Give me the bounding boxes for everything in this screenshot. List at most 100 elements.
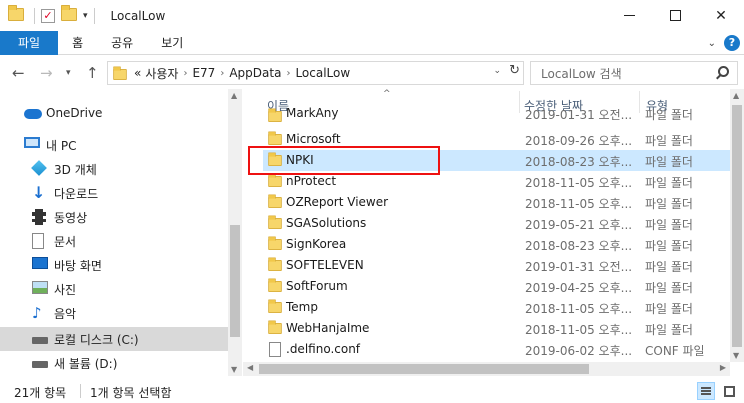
folder-icon [267, 152, 283, 167]
table-row[interactable]: SGASolutions 2019-05-21 오후... 파일 폴더 [263, 213, 730, 234]
vertical-scroll-thumb[interactable] [732, 105, 742, 347]
refresh-icon[interactable]: ↻ [509, 63, 520, 78]
folder-icon [267, 236, 283, 251]
tab-home[interactable]: 홈 [58, 31, 97, 55]
scroll-up-icon[interactable]: ▲ [733, 91, 739, 100]
breadcrumb-overflow[interactable]: « [134, 66, 141, 80]
nav-item-desktop[interactable]: 바탕 화면 [0, 253, 228, 277]
chevron-down-icon[interactable]: ⌄ [708, 38, 716, 49]
folder-icon [267, 194, 283, 209]
table-row[interactable]: SignKorea 2018-08-23 오후... 파일 폴더 [263, 234, 730, 255]
table-row[interactable]: nProtect 2018-11-05 오후... 파일 폴더 [263, 171, 730, 192]
folder-icon [113, 66, 127, 81]
folder-icon [267, 108, 283, 123]
table-row-selected[interactable]: NPKI 2018-08-23 오후... 파일 폴더 [263, 150, 730, 171]
nav-item-onedrive[interactable]: OneDrive [0, 101, 228, 125]
nav-item-this-pc[interactable]: 내 PC [0, 133, 228, 157]
breadcrumb-item[interactable]: E77 [192, 66, 215, 80]
tab-view[interactable]: 보기 [147, 31, 197, 55]
tab-file[interactable]: 파일 [0, 30, 59, 55]
column-divider[interactable] [639, 91, 640, 113]
horizontal-scroll-thumb[interactable] [259, 364, 589, 374]
nav-item-documents[interactable]: 문서 [0, 229, 228, 253]
onedrive-cloud-icon [24, 105, 42, 121]
scroll-up-icon[interactable]: ▲ [231, 91, 237, 100]
pictures-icon [32, 281, 48, 297]
selection-count: 1개 항목 선택함 [90, 386, 172, 400]
folder-icon [267, 299, 283, 314]
address-row: ← → ▾ ↑ « 사용자 › E77 › AppData › LocalLow… [0, 56, 744, 89]
desktop-icon [32, 257, 48, 273]
tab-share[interactable]: 공유 [97, 31, 147, 55]
file-list-horizontal-scrollbar[interactable]: ◀ ▶ [243, 362, 730, 376]
table-row[interactable]: SoftForum 2019-04-25 오후... 파일 폴더 [263, 276, 730, 297]
search-placeholder: LocalLow 검색 [541, 66, 622, 81]
large-icons-view-icon [724, 386, 735, 397]
folder-icon [267, 257, 283, 272]
back-arrow-icon[interactable]: ← [12, 64, 25, 82]
quick-access-toolbar: ✓ ▾ [0, 0, 101, 31]
local-disk-icon [32, 331, 48, 347]
folder-icon [267, 278, 283, 293]
search-icon[interactable] [718, 66, 729, 77]
status-separator [80, 384, 81, 398]
folder-icon [267, 131, 283, 146]
table-row[interactable]: Microsoft 2018-09-26 오후... 파일 폴더 [263, 129, 730, 150]
breadcrumb-item[interactable]: LocalLow [295, 66, 350, 80]
file-list-vertical-scrollbar[interactable]: ▲ ▼ [730, 89, 744, 362]
up-arrow-icon[interactable]: ↑ [86, 64, 99, 82]
table-row[interactable]: MarkAny 2019-01-31 오전... 파일 폴더 [263, 106, 730, 127]
chevron-right-icon[interactable]: › [220, 68, 224, 79]
close-button[interactable]: ✕ [698, 0, 744, 31]
folder-icon [267, 215, 283, 230]
nav-item-local-disk-c[interactable]: 로컬 디스크 (C:) [0, 327, 228, 351]
nav-item-videos[interactable]: 동영상 [0, 205, 228, 229]
details-view-icon [701, 387, 711, 395]
table-row[interactable]: OZReport Viewer 2018-11-05 오후... 파일 폴더 [263, 192, 730, 213]
maximize-button[interactable] [652, 0, 698, 31]
column-divider[interactable] [519, 91, 520, 113]
nav-scroll-thumb[interactable] [230, 225, 240, 337]
nav-item-pictures[interactable]: 사진 [0, 277, 228, 301]
scroll-left-icon[interactable]: ◀ [247, 363, 253, 372]
nav-item-3d-objects[interactable]: 3D 개체 [0, 157, 228, 181]
video-icon [32, 209, 48, 225]
music-icon: ♪ [32, 304, 42, 322]
document-icon [32, 233, 48, 249]
properties-icon[interactable]: ✓ [41, 8, 55, 23]
table-row[interactable]: Temp 2018-11-05 오후... 파일 폴더 [263, 297, 730, 318]
folder-icon [267, 173, 283, 188]
scroll-right-icon[interactable]: ▶ [720, 363, 726, 372]
chevron-right-icon[interactable]: › [286, 68, 290, 79]
details-view-button[interactable] [697, 382, 715, 400]
recent-locations-icon[interactable]: ▾ [66, 68, 71, 78]
table-row[interactable]: WebHanjaIme 2018-11-05 오후... 파일 폴더 [263, 318, 730, 339]
chevron-right-icon[interactable]: › [183, 68, 187, 79]
help-icon[interactable]: ? [724, 35, 740, 51]
navigation-pane: OneDrive 내 PC 3D 개체 ↓ 다운로드 동영상 문서 바탕 화면 … [0, 89, 242, 376]
address-bar[interactable]: « 사용자 › E77 › AppData › LocalLow ⌄ ↻ [107, 61, 524, 85]
table-row[interactable]: .delfino.conf 2019-06-02 오후... CONF 파일 [263, 339, 730, 360]
item-count: 21개 항목 [14, 386, 67, 400]
new-folder-icon[interactable] [61, 4, 77, 24]
minimize-button[interactable] [606, 0, 652, 31]
forward-arrow-icon[interactable]: → [40, 64, 53, 82]
ribbon-tabs: 파일 홈 공유 보기 ⌄ ? [0, 30, 744, 55]
nav-item-new-volume-d[interactable]: 새 볼륨 (D:) [0, 351, 228, 375]
large-icons-view-button[interactable] [720, 382, 738, 400]
nav-scrollbar[interactable]: ▲ ▼ [228, 89, 242, 376]
nav-item-downloads[interactable]: ↓ 다운로드 [0, 181, 228, 205]
scroll-down-icon[interactable]: ▼ [733, 351, 739, 360]
address-dropdown-icon[interactable]: ⌄ [493, 66, 501, 76]
file-icon [269, 342, 281, 357]
drive-icon [32, 355, 48, 371]
customize-dropdown-icon[interactable]: ▾ [83, 11, 88, 21]
status-bar: 21개 항목 1개 항목 선택함 [0, 378, 744, 403]
3d-objects-icon [31, 160, 48, 177]
scroll-down-icon[interactable]: ▼ [231, 365, 237, 374]
breadcrumb-item[interactable]: 사용자 [145, 65, 178, 82]
search-box[interactable]: LocalLow 검색 [530, 61, 738, 85]
breadcrumb-item[interactable]: AppData [229, 66, 281, 80]
table-row[interactable]: SOFTELEVEN 2019-01-31 오전... 파일 폴더 [263, 255, 730, 276]
nav-item-music[interactable]: ♪ 음악 [0, 301, 228, 325]
